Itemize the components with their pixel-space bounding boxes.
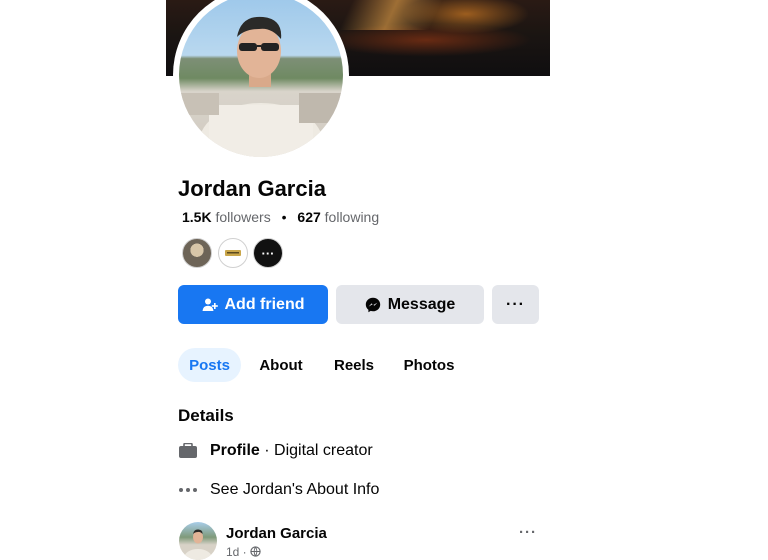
profile-avatar[interactable] <box>179 0 343 157</box>
add-friend-label: Add friend <box>224 295 305 313</box>
following-label[interactable]: following <box>325 209 379 225</box>
profile-name: Jordan Garcia <box>178 176 326 201</box>
mutual-friends-more-button[interactable]: ··· <box>253 238 283 268</box>
more-actions-button[interactable]: ··· <box>492 285 539 324</box>
messenger-icon <box>365 297 381 313</box>
post-meta: 1d · <box>226 545 261 560</box>
profile-type-label: Profile <box>210 442 260 459</box>
post-author-avatar[interactable] <box>179 522 217 560</box>
profile-type-value: · Digital creator <box>259 442 373 459</box>
tab-about[interactable]: About <box>251 348 311 382</box>
globe-icon <box>250 546 261 560</box>
post-avatar-illustration <box>184 529 212 560</box>
person-plus-icon <box>202 297 218 313</box>
message-label: Message <box>387 295 456 313</box>
message-button[interactable]: Message <box>336 285 484 324</box>
tab-photos[interactable]: Photos <box>396 348 462 382</box>
stats-separator: • <box>281 209 287 225</box>
follow-stats: 1.5K followers • 627 following <box>182 209 379 225</box>
followers-label[interactable]: followers <box>215 209 270 225</box>
following-count[interactable]: 627 <box>297 209 320 225</box>
more-dots-icon <box>178 487 200 493</box>
mutual-friend-avatar[interactable] <box>182 238 212 268</box>
briefcase-icon <box>178 443 200 459</box>
tab-posts[interactable]: Posts <box>178 348 241 382</box>
tab-reels[interactable]: Reels <box>324 348 384 382</box>
avatar-person-illustration <box>179 16 343 157</box>
followers-count[interactable]: 1.5K <box>182 209 212 225</box>
detail-profile-type: Profile · Digital creator <box>178 442 373 460</box>
page-logo-icon <box>225 250 241 256</box>
post-more-button[interactable]: ··· <box>519 524 537 541</box>
add-friend-button[interactable]: Add friend <box>178 285 328 324</box>
cover-sunlight <box>339 0 443 30</box>
post-author-name[interactable]: Jordan Garcia <box>226 525 327 542</box>
post-time[interactable]: 1d · <box>226 545 247 559</box>
details-heading: Details <box>178 406 234 425</box>
mutual-friend-avatar[interactable] <box>218 238 248 268</box>
detail-about-link[interactable]: See Jordan's About Info <box>178 481 379 499</box>
about-info-link[interactable]: See Jordan's About Info <box>210 481 379 499</box>
